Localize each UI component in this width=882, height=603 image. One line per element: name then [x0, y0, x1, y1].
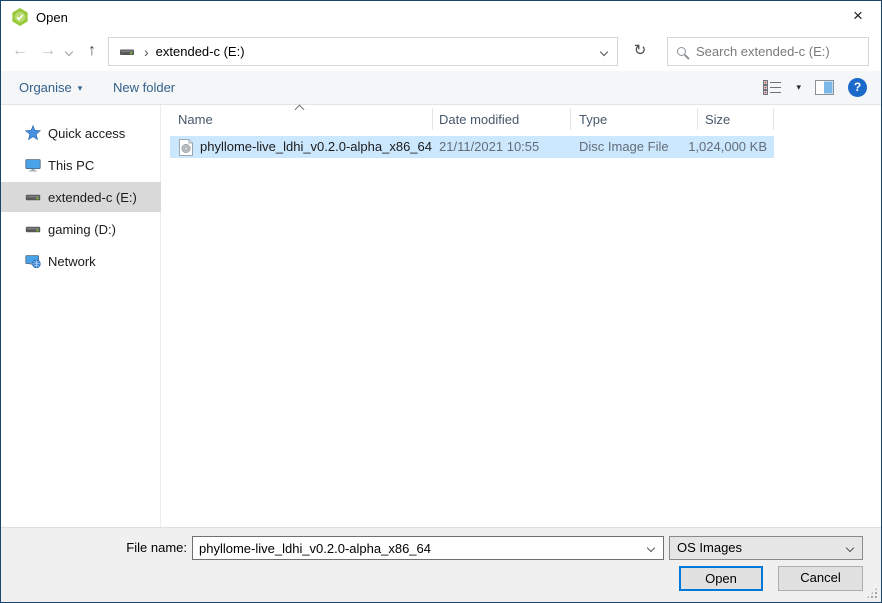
column-header-type[interactable]: Type	[579, 105, 607, 133]
refresh-button[interactable]: ↻	[624, 37, 656, 66]
breadcrumb-separator-icon: ›	[144, 44, 149, 60]
chevron-down-icon	[846, 544, 854, 552]
up-button[interactable]: ↑	[79, 33, 105, 71]
breadcrumb[interactable]: › extended-c (E:)	[108, 37, 618, 66]
sidebar-item-gaming-d[interactable]: gaming (D:)	[1, 214, 161, 244]
search-input[interactable]	[696, 44, 872, 59]
breadcrumb-location[interactable]: extended-c (E:)	[156, 44, 245, 59]
new-folder-button[interactable]: New folder	[113, 71, 175, 104]
help-button[interactable]: ?	[848, 78, 867, 97]
navigation-pane: Quick access This PC extended-c (E:)	[1, 105, 161, 528]
drive-icon	[25, 221, 41, 237]
file-size-cell: 1,024,000 KB	[657, 136, 767, 158]
sidebar-item-label: Network	[48, 254, 96, 269]
column-header-name[interactable]: Name	[178, 105, 213, 133]
file-name-label: File name:	[1, 540, 187, 555]
sidebar-item-extended-c[interactable]: extended-c (E:)	[1, 182, 161, 212]
disc-image-file-icon	[179, 139, 193, 156]
forward-button[interactable]: →	[35, 33, 61, 71]
toolbar-right-group: ▾ ?	[763, 71, 867, 104]
window-title: Open	[36, 10, 68, 25]
drive-icon	[119, 44, 135, 60]
column-header-date-modified[interactable]: Date modified	[439, 105, 519, 133]
open-dialog-window: Open × ← → ↑ › extended-c (E:) ↻ Organis…	[0, 0, 882, 603]
column-divider[interactable]	[773, 108, 774, 130]
close-button[interactable]: ×	[835, 1, 881, 32]
recent-locations-dropdown[interactable]	[61, 33, 77, 71]
preview-pane-icon[interactable]	[815, 80, 834, 95]
file-name-input[interactable]	[193, 537, 663, 559]
sidebar-item-network[interactable]: Network	[1, 246, 161, 276]
file-type-value: OS Images	[677, 540, 742, 555]
back-button[interactable]: ←	[7, 33, 33, 71]
sidebar-item-this-pc[interactable]: This PC	[1, 150, 161, 180]
resize-grip[interactable]	[866, 587, 878, 599]
main-area: Quick access This PC extended-c (E:)	[1, 105, 881, 528]
column-header-size[interactable]: Size	[705, 105, 730, 133]
search-icon	[677, 47, 686, 56]
file-type-cell: Disc Image File	[579, 136, 669, 158]
sidebar-item-label: Quick access	[48, 126, 125, 141]
chevron-down-icon	[65, 48, 73, 56]
drive-icon	[25, 189, 41, 205]
navigation-bar: ← → ↑ › extended-c (E:) ↻	[1, 33, 881, 71]
title-bar: Open ×	[1, 1, 881, 33]
column-divider[interactable]	[432, 108, 433, 130]
caret-down-icon: ▾	[78, 72, 83, 105]
app-icon	[10, 7, 30, 27]
sidebar-item-label: extended-c (E:)	[48, 190, 137, 205]
organise-label: Organise	[19, 80, 72, 95]
column-headers: Name Date modified Type Size	[162, 105, 881, 133]
command-toolbar: Organise ▾ New folder ▾ ?	[1, 71, 881, 105]
file-list: Name Date modified Type Size phyllome-li…	[162, 105, 881, 528]
views-dropdown-icon[interactable]: ▾	[796, 82, 801, 93]
file-type-select[interactable]: OS Images	[669, 536, 863, 560]
search-box[interactable]	[667, 37, 869, 66]
file-date-cell: 21/11/2021 10:55	[439, 136, 539, 158]
sidebar-item-label: gaming (D:)	[48, 222, 116, 237]
address-dropdown-icon[interactable]	[600, 48, 608, 56]
file-name-cell: phyllome-live_ldhi_v0.2.0-alpha_x86_64	[200, 136, 432, 158]
star-icon	[25, 125, 41, 141]
details-view-icon[interactable]	[763, 80, 782, 95]
column-divider[interactable]	[570, 108, 571, 130]
monitor-icon	[25, 157, 41, 173]
dialog-footer: File name: OS Images Open Cancel	[1, 527, 881, 602]
file-name-combobox[interactable]	[192, 536, 664, 560]
sidebar-item-quick-access[interactable]: Quick access	[1, 118, 161, 148]
cancel-button[interactable]: Cancel	[778, 566, 863, 591]
sidebar-item-label: This PC	[48, 158, 94, 173]
organise-button[interactable]: Organise ▾	[19, 71, 82, 104]
network-icon	[25, 253, 41, 269]
column-divider[interactable]	[697, 108, 698, 130]
open-button[interactable]: Open	[679, 566, 763, 591]
file-row-selected[interactable]: phyllome-live_ldhi_v0.2.0-alpha_x86_64 2…	[170, 136, 774, 158]
